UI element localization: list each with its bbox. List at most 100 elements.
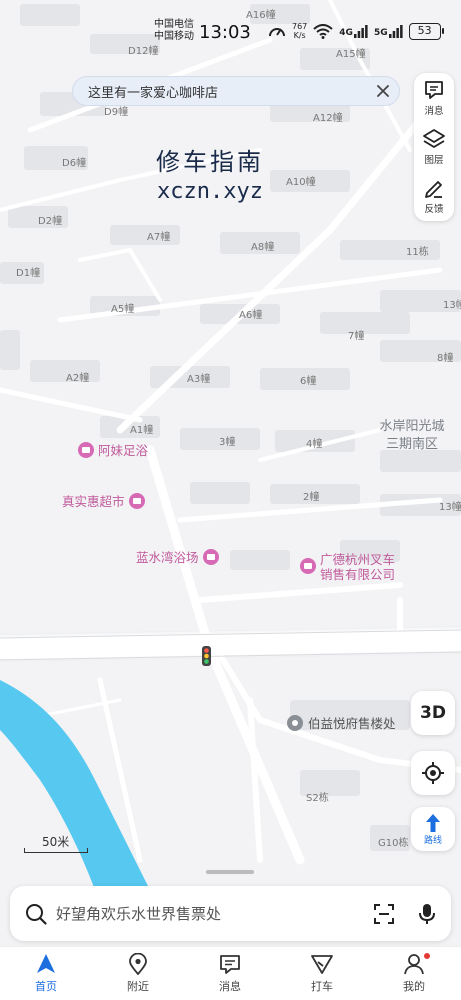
poi-label: 广德杭州叉车 销售有限公司 <box>320 552 396 582</box>
poi-forklift-company[interactable]: 广德杭州叉车 销售有限公司 <box>300 552 395 582</box>
notice-banner[interactable]: 这里有一家爱心咖啡店 <box>72 76 400 106</box>
map-scale: 50米 <box>24 833 88 853</box>
net-speed: 767 K/s <box>292 22 307 40</box>
network-type-1: 4G <box>339 27 353 38</box>
feedback-button[interactable]: 反馈 <box>414 173 454 221</box>
signal-2: 5G <box>373 24 403 38</box>
tab-label: 消息 <box>219 980 241 993</box>
notification-dot <box>424 953 430 959</box>
building-label: 7幢 <box>348 331 365 342</box>
building-label: D2幢 <box>38 216 63 227</box>
poi-label: 阿妹足浴 <box>98 443 149 458</box>
message-icon <box>220 955 240 974</box>
estate-pin-icon <box>287 714 303 731</box>
building-label: A8幢 <box>251 242 275 253</box>
net-speed-value: 767 <box>292 22 308 31</box>
person-icon <box>404 954 424 975</box>
poi-supermarket[interactable]: 真实惠超市 <box>62 491 145 510</box>
route-arrow-icon <box>426 814 440 832</box>
building-label: 3幢 <box>219 437 236 448</box>
poi-sales-office[interactable]: 伯益悦府售楼处 <box>287 713 396 732</box>
carrier-1: 中国电信 <box>154 19 194 30</box>
building-label: D6幢 <box>62 158 87 169</box>
building-label: 13幢 <box>443 300 461 311</box>
locate-me-button[interactable] <box>411 751 455 795</box>
poi-label: 伯益悦府售楼处 <box>308 716 396 731</box>
notice-text: 这里有一家爱心咖啡店 <box>88 85 219 101</box>
tab-label: 附近 <box>127 980 149 993</box>
bottom-tab-bar: 首页 附近 消息 打车 我的 <box>0 946 461 1000</box>
edit-pencil-icon <box>425 181 442 198</box>
shopping-cart-icon <box>128 492 145 509</box>
building-label: A12幢 <box>313 113 343 124</box>
building-label: 13幢 <box>439 502 461 513</box>
tab-messages[interactable]: 消息 <box>200 953 260 994</box>
building-label: 11栋 <box>406 247 429 258</box>
3d-view-button[interactable]: 3D <box>411 691 455 735</box>
layers-icon <box>423 129 445 148</box>
network-type-2: 5G <box>373 27 388 38</box>
status-bar: 中国电信 中国移动 13:03 767 K/s 4G 5G 53 <box>0 0 461 48</box>
building-label: G10栋 <box>378 838 409 849</box>
feedback-label: 反馈 <box>424 204 444 215</box>
building-label: A2幢 <box>66 373 90 384</box>
microphone-icon[interactable] <box>417 902 437 926</box>
poi-label: 真实惠超市 <box>62 494 125 509</box>
locate-crosshair-icon <box>422 762 444 784</box>
scan-icon[interactable] <box>373 903 395 925</box>
route-label: 路线 <box>423 836 442 846</box>
building-label: S2栋 <box>306 793 329 804</box>
tab-home[interactable]: 首页 <box>16 953 76 994</box>
traffic-light-icon <box>202 646 211 666</box>
messages-label: 消息 <box>424 106 444 117</box>
watermark-url: xczn.xyz <box>157 179 263 204</box>
building-label: A10幢 <box>286 177 316 188</box>
clock: 13:03 <box>199 22 251 43</box>
building-label: 8幢 <box>437 353 454 364</box>
tab-label: 打车 <box>311 980 333 993</box>
message-icon <box>425 81 443 99</box>
bath-icon <box>202 548 219 565</box>
carrier-info: 中国电信 中国移动 <box>154 19 194 43</box>
search-bar[interactable]: 好望角欢乐水世界售票处 <box>10 886 451 941</box>
shop-icon <box>300 558 316 574</box>
building-label: A5幢 <box>111 304 135 315</box>
battery-indicator: 53 <box>408 22 444 40</box>
wifi-icon <box>313 23 333 39</box>
building-label: D1幢 <box>16 268 41 279</box>
spa-icon <box>78 441 94 458</box>
poi-foot-spa[interactable]: 阿妹足浴 <box>78 440 148 459</box>
search-input[interactable]: 好望角欢乐水世界售票处 <box>56 903 373 924</box>
building-label: A3幢 <box>187 374 211 385</box>
tab-nearby[interactable]: 附近 <box>108 953 168 994</box>
search-icon <box>26 903 47 925</box>
location-pin-icon <box>129 953 147 975</box>
watermark-title: 修车指南 <box>156 148 264 176</box>
area-label: 水岸阳光城 三期南区 <box>379 419 445 452</box>
building-label: A6幢 <box>239 310 263 321</box>
speedometer-icon <box>269 28 285 37</box>
sheet-drag-handle[interactable] <box>206 870 254 874</box>
building-label: 6幢 <box>300 376 317 387</box>
building-label: 4幢 <box>306 439 323 450</box>
status-icons: 767 K/s 4G 5G 53 <box>268 22 444 40</box>
building-label: 2幢 <box>303 492 320 503</box>
poi-bathhouse[interactable]: 蓝水湾浴场 <box>136 547 219 566</box>
close-icon[interactable] <box>373 81 393 101</box>
tab-profile[interactable]: 我的 <box>384 953 444 994</box>
poi-label: 蓝水湾浴场 <box>136 550 199 565</box>
signal-1: 4G <box>339 24 368 38</box>
scale-bar <box>24 848 88 853</box>
route-button[interactable]: 路线 <box>411 807 455 851</box>
navigation-arrow-icon <box>37 954 55 973</box>
building-label: A1幢 <box>130 425 154 436</box>
building-label: A7幢 <box>147 232 171 243</box>
tab-label: 我的 <box>403 980 425 993</box>
messages-button[interactable]: 消息 <box>414 75 454 123</box>
tab-taxi[interactable]: 打车 <box>292 953 352 994</box>
watermark: 修车指南 xczn.xyz <box>156 142 264 204</box>
carrier-2: 中国移动 <box>154 31 194 42</box>
map-toolbar: 消息 图层 反馈 <box>414 73 454 221</box>
layers-button[interactable]: 图层 <box>414 124 454 172</box>
net-speed-unit: K/s <box>293 31 306 40</box>
